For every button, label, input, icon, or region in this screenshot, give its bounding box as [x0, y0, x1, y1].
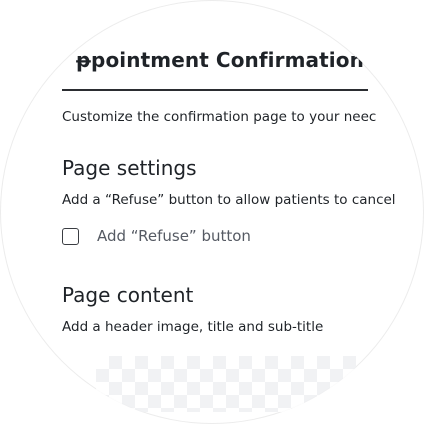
refuse-checkbox-label[interactable]: Add “Refuse” button: [97, 227, 251, 245]
zoom-lens: ᵽpointment Confirmation› Customize the c…: [0, 0, 424, 424]
title-divider: [62, 89, 368, 91]
header-image-placeholder[interactable]: [96, 356, 356, 412]
refuse-button-option[interactable]: Add “Refuse” button: [62, 227, 251, 245]
page-description: Customize the confirmation page to your …: [62, 109, 377, 125]
page-title: ᵽpointment Confirmation›: [76, 48, 373, 72]
page-settings-subtitle: Add a “Refuse” button to allow patients …: [62, 192, 396, 208]
page-settings-heading: Page settings: [62, 156, 197, 180]
page-content-heading: Page content: [62, 283, 194, 307]
page-content-subtitle: Add a header image, title and sub-title: [62, 319, 324, 335]
refuse-checkbox[interactable]: [62, 227, 79, 245]
